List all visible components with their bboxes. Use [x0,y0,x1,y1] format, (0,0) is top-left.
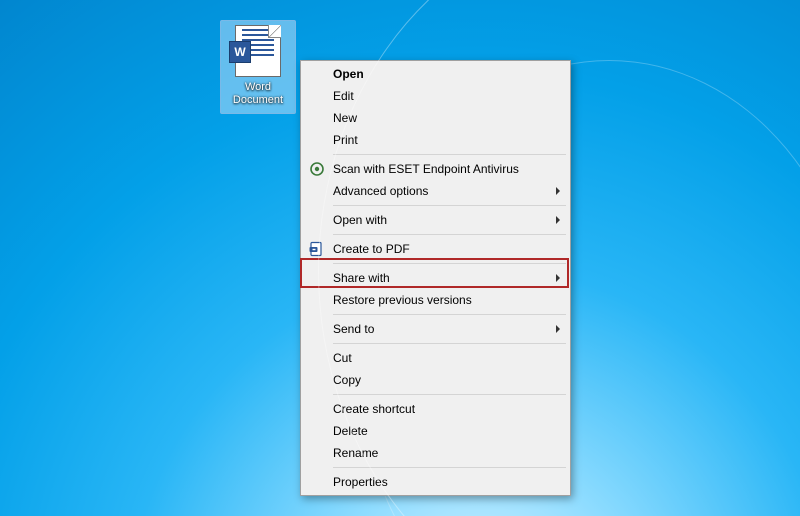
menu-item-label: Properties [333,475,388,489]
menu-item-copy[interactable]: Copy [303,369,568,391]
menu-separator [333,263,566,264]
menu-item-label: Open [333,67,364,81]
menu-separator [333,314,566,315]
menu-separator [333,205,566,206]
menu-item-label: Delete [333,424,368,438]
submenu-arrow-icon [556,325,560,333]
menu-item-delete[interactable]: Delete [303,420,568,442]
word-document-icon: W [235,25,281,77]
menu-item-label: Open with [333,213,387,227]
menu-item-open-with[interactable]: Open with [303,209,568,231]
menu-item-label: Cut [333,351,352,365]
menu-item-label: Edit [333,89,354,103]
menu-item-label: Rename [333,446,378,460]
menu-item-label: Create to PDF [333,242,410,256]
menu-item-label: Restore previous versions [333,293,472,307]
menu-item-advanced-options[interactable]: Advanced options [303,180,568,202]
menu-item-edit[interactable]: Edit [303,85,568,107]
menu-separator [333,234,566,235]
menu-item-print[interactable]: Print [303,129,568,151]
menu-item-label: Scan with ESET Endpoint Antivirus [333,162,519,176]
menu-separator [333,467,566,468]
menu-item-share-with[interactable]: Share with [303,267,568,289]
submenu-arrow-icon [556,216,560,224]
menu-item-label: Advanced options [333,184,428,198]
menu-item-scan-eset[interactable]: Scan with ESET Endpoint Antivirus [303,158,568,180]
menu-separator [333,394,566,395]
eset-icon [309,161,325,177]
file-label: Word Document [223,81,293,107]
menu-item-properties[interactable]: Properties [303,471,568,493]
menu-item-label: Copy [333,373,361,387]
submenu-arrow-icon [556,187,560,195]
menu-item-rename[interactable]: Rename [303,442,568,464]
menu-item-cut[interactable]: Cut [303,347,568,369]
menu-separator [333,154,566,155]
menu-item-label: Print [333,133,358,147]
file-icon-word-document[interactable]: W Word Document [220,20,296,114]
menu-item-label: Send to [333,322,374,336]
menu-item-label: New [333,111,357,125]
menu-item-send-to[interactable]: Send to [303,318,568,340]
menu-item-label: Create shortcut [333,402,415,416]
context-menu: Open Edit New Print Scan with ESET Endpo… [300,60,571,496]
submenu-arrow-icon [556,274,560,282]
menu-item-new[interactable]: New [303,107,568,129]
menu-separator [333,343,566,344]
menu-item-restore-previous-versions[interactable]: Restore previous versions [303,289,568,311]
menu-item-label: Share with [333,271,390,285]
menu-item-open[interactable]: Open [303,63,568,85]
pdf-icon [309,241,325,257]
menu-item-create-to-pdf[interactable]: Create to PDF [303,238,568,260]
desktop-background: W Word Document Open Edit New Print [0,0,800,516]
menu-item-create-shortcut[interactable]: Create shortcut [303,398,568,420]
